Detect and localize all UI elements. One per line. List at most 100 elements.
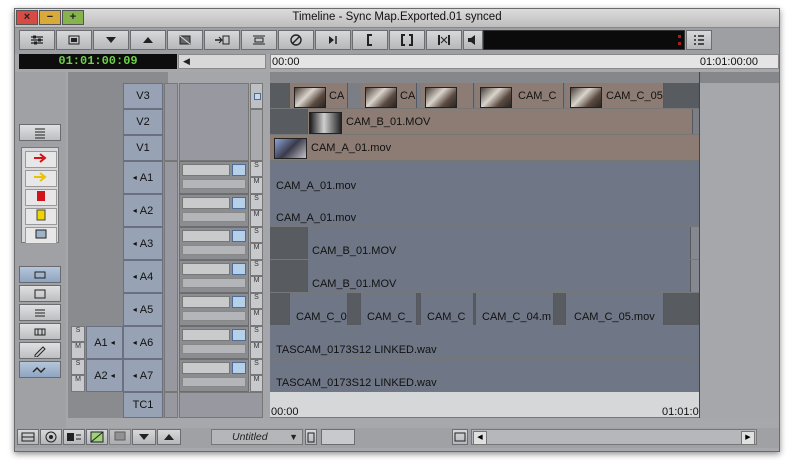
clip-v3-4[interactable]: CAM_C: [476, 83, 564, 108]
timeline-ruler[interactable]: 00:00 01:01:00:00: [270, 54, 779, 69]
step-forward-button[interactable]: [315, 30, 351, 50]
a3-controls[interactable]: [179, 227, 249, 260]
color-button[interactable]: [86, 429, 108, 445]
track-a1[interactable]: ◂ A1: [123, 161, 163, 194]
track-a4[interactable]: ◂ A4: [123, 260, 163, 293]
segment-tool[interactable]: [25, 227, 57, 244]
clip-a4-1[interactable]: CAM_B_01.MOV: [308, 260, 691, 292]
mark-in-button[interactable]: [352, 30, 388, 50]
track-v1[interactable]: V1: [123, 135, 163, 161]
clip-v2-1[interactable]: CAM_B_01.MOV: [308, 109, 693, 134]
solo-a7[interactable]: S: [250, 359, 263, 375]
settings-button[interactable]: [19, 30, 55, 50]
clip-a1-1[interactable]: CAM_A_01.mov: [270, 161, 700, 193]
playhead[interactable]: [699, 72, 700, 418]
scroll-left-icon[interactable]: ◀: [473, 431, 487, 445]
solo-a2[interactable]: S: [250, 194, 263, 210]
scroll-right-icon[interactable]: ▶: [741, 431, 755, 445]
a5-controls[interactable]: [179, 293, 249, 326]
timecode-menu[interactable]: ◀: [178, 54, 266, 69]
source-a2[interactable]: A2 ◂: [86, 359, 123, 392]
solo-a5[interactable]: S: [250, 293, 263, 309]
solo-a3[interactable]: S: [250, 227, 263, 243]
view-toggle-4[interactable]: [19, 323, 61, 340]
timeline-tracks[interactable]: CA CA CAM_C CAM_C_05 CAM_B_01.MOV CAM_A_…: [270, 72, 779, 418]
clip-a7-1[interactable]: TASCAM_0173S12 LINKED.wav: [270, 359, 700, 391]
down-arrow-button[interactable]: [93, 30, 129, 50]
bin-name-field[interactable]: Untitled ▼: [211, 429, 303, 445]
record-button[interactable]: [40, 429, 62, 445]
track-v3[interactable]: V3: [123, 83, 163, 109]
yellow-arrow-tool[interactable]: [25, 170, 57, 187]
source-mute-a2[interactable]: M: [71, 375, 85, 392]
timecode-display[interactable]: 01:01:00:09: [19, 54, 177, 69]
mute-a2[interactable]: M: [250, 210, 263, 227]
clip-a6-1[interactable]: TASCAM_0173S12 LINKED.wav: [270, 326, 700, 358]
lift-button[interactable]: [204, 30, 240, 50]
extract-button[interactable]: [241, 30, 277, 50]
mute-a6[interactable]: M: [250, 342, 263, 359]
grow-button[interactable]: [157, 429, 181, 445]
clip-a5-2[interactable]: CAM_C_: [361, 293, 417, 325]
zoom-lock-button[interactable]: [305, 429, 317, 445]
zoom-slider[interactable]: [321, 429, 355, 445]
track-a2[interactable]: ◂ A2: [123, 194, 163, 227]
source-solo-a2[interactable]: S: [71, 359, 85, 375]
shrink-button[interactable]: [132, 429, 156, 445]
no-entry-button[interactable]: [278, 30, 314, 50]
tool-palette-button[interactable]: [19, 124, 61, 141]
mute-a4[interactable]: M: [250, 276, 263, 293]
clip-a5-3[interactable]: CAM_C: [421, 293, 474, 325]
mute-a1[interactable]: M: [250, 177, 263, 194]
clip-a2-1[interactable]: CAM_A_01.mov: [270, 194, 700, 226]
clip-a3-1[interactable]: CAM_B_01.MOV: [308, 227, 691, 259]
source-mute-a1[interactable]: M: [71, 342, 85, 359]
clip-a5-4[interactable]: CAM_C_04.m: [476, 293, 554, 325]
tc-lock-cell[interactable]: [164, 392, 178, 418]
view-toggle-2[interactable]: [19, 285, 61, 302]
effect-button[interactable]: [167, 30, 203, 50]
view-toggle-5[interactable]: [19, 342, 61, 359]
solo-a4[interactable]: S: [250, 260, 263, 276]
mute-a3[interactable]: M: [250, 243, 263, 260]
track-v2[interactable]: V2: [123, 109, 163, 135]
a2-controls[interactable]: [179, 194, 249, 227]
track-size-button[interactable]: [17, 429, 39, 445]
overwrite-tool[interactable]: [25, 208, 57, 225]
monitor-button[interactable]: [56, 30, 92, 50]
view-toggle-6[interactable]: [19, 361, 61, 378]
clip-display-button[interactable]: [63, 429, 85, 445]
audio-lock-cells[interactable]: [164, 161, 178, 392]
track-tc1[interactable]: TC1: [123, 392, 163, 418]
clip-v3-5[interactable]: CAM_C_05: [566, 83, 664, 108]
source-a1[interactable]: A1 ◂: [86, 326, 123, 359]
clip-a5-5[interactable]: CAM_C_05.mov: [566, 293, 664, 325]
solo-a6[interactable]: S: [250, 326, 263, 342]
v3-monitor-toggle[interactable]: [250, 83, 263, 109]
view-toggle-3[interactable]: [19, 304, 61, 321]
source-solo-a1[interactable]: S: [71, 326, 85, 342]
splice-tool[interactable]: [25, 189, 57, 206]
a4-controls[interactable]: [179, 260, 249, 293]
clip-v1-1[interactable]: CAM_A_01.mov: [270, 135, 700, 160]
clip-v3-2[interactable]: CA: [361, 83, 417, 108]
track-a3[interactable]: ◂ A3: [123, 227, 163, 260]
track-a7[interactable]: ◂ A7: [123, 359, 163, 392]
audio-button[interactable]: [463, 30, 483, 50]
menu-button[interactable]: [686, 30, 712, 50]
red-arrow-tool[interactable]: [25, 151, 57, 168]
mute-a5[interactable]: M: [250, 309, 263, 326]
clip-a5-1[interactable]: CAM_C_0: [290, 293, 348, 325]
mark-clip-button[interactable]: [389, 30, 425, 50]
focus-button[interactable]: [452, 429, 468, 445]
track-a5[interactable]: ◂ A5: [123, 293, 163, 326]
mark-out-button[interactable]: [426, 30, 462, 50]
mute-a7[interactable]: M: [250, 375, 263, 392]
a6-controls[interactable]: [179, 326, 249, 359]
clip-v3-3[interactable]: [421, 83, 474, 108]
solo-a1[interactable]: S: [250, 161, 263, 177]
clip-v3-1[interactable]: CA: [290, 83, 348, 108]
a1-controls[interactable]: [179, 161, 249, 194]
view-toggle-1[interactable]: [19, 266, 61, 283]
monitor-toggle-button[interactable]: [109, 429, 131, 445]
